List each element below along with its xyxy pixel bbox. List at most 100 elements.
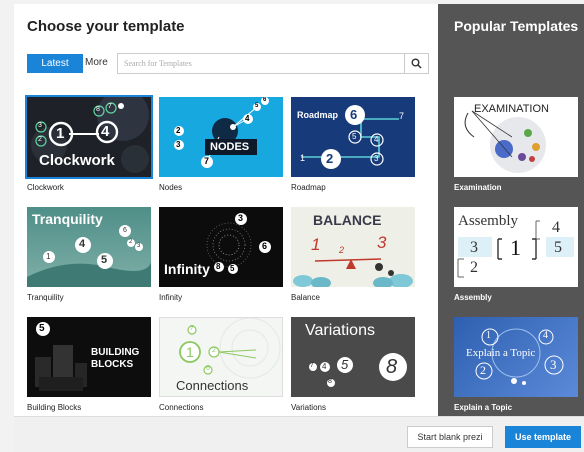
template-card-tranquility[interactable]: Tranquility 4 5 1 6 2 3 Tranquility [27, 207, 151, 302]
tab-more[interactable]: More [79, 55, 114, 70]
template-thumbnail: Roadmap 6 7 5 4 1 2 3 [291, 97, 415, 177]
template-label: Balance [291, 293, 320, 302]
template-label: Nodes [159, 183, 183, 192]
thumb-number: 4 [543, 330, 548, 341]
thumb-number: 2 [480, 363, 486, 377]
template-card-balance[interactable]: BALANCE 1 2 3 Balance [291, 207, 415, 302]
template-thumbnail: 1 4 2 3 Explain a Topic [454, 317, 578, 397]
template-card-roadmap[interactable]: Roadmap 6 7 5 4 1 2 3 Roadmap [291, 97, 415, 192]
thumb-title: Infinity [164, 261, 210, 277]
thumb-number: 7 [204, 156, 210, 166]
thumb-number: 7 [310, 362, 314, 369]
template-label: Assembly [454, 293, 492, 302]
template-card-clockwork[interactable]: 1 4 2 3 8 7 Clockwork Clockwork [25, 95, 153, 192]
template-thumbnail: Variations 7 4 5 8 8 [291, 317, 415, 397]
template-panel: Choose your template Latest More Search … [14, 4, 438, 416]
thumb-number: 8 [386, 356, 398, 378]
thumb-title: Explain a Topic [466, 347, 536, 359]
thumb-title: Connections [176, 378, 249, 393]
thumb-number: 3 [176, 140, 181, 149]
thumb-title: Assembly [458, 213, 518, 229]
thumb-number: 5 [554, 239, 562, 256]
template-label: Clockwork [27, 183, 64, 192]
template-card-connections[interactable]: 7 1 2 6 Connections Connections [159, 317, 283, 412]
thumb-title: BUILDING BLOCKS [91, 347, 140, 370]
thumb-number: 2 [326, 151, 334, 166]
template-label: Roadmap [291, 183, 326, 192]
thumb-title: Clockwork [39, 152, 115, 169]
popular-title: Popular Templates [454, 18, 579, 34]
page-title: Choose your template [27, 18, 185, 35]
template-thumbnail: Tranquility 4 5 1 6 2 3 [27, 207, 151, 287]
template-card-infinity[interactable]: 3 8 6 5 Infinity Infinity [159, 207, 283, 302]
thumb-number: 3 [470, 239, 478, 256]
thumb-number: 1 [300, 153, 306, 163]
template-label: Infinity [159, 293, 183, 302]
thumb-number: 4 [552, 219, 560, 236]
template-label: Building Blocks [27, 403, 82, 412]
template-thumbnail: BALANCE 1 2 3 [291, 207, 415, 287]
popular-card-examination[interactable]: EXAMINATION Examination [454, 97, 578, 192]
thumb-number: 7 [399, 111, 405, 121]
thumb-number: 8 [328, 378, 332, 385]
footer-bar: Start blank prezi Use template [14, 416, 584, 452]
popular-card-explain-a-topic[interactable]: 1 4 2 3 Explain a Topic Explain a Topic [454, 317, 578, 412]
thumb-title: EXAMINATION [474, 103, 549, 115]
thumb-number: 1 [510, 235, 521, 260]
thumb-number: 4 [374, 135, 379, 144]
template-card-variations[interactable]: Variations 7 4 5 8 8 Variations [291, 317, 415, 412]
thumb-number: 5 [230, 264, 235, 273]
search-input[interactable] [117, 53, 405, 74]
search-icon [411, 58, 422, 69]
thumb-title: Tranquility [32, 211, 103, 227]
popular-templates-panel: Popular Templates EXAMINATION Examinatio… [438, 4, 584, 416]
thumb-number: 3 [238, 213, 244, 223]
start-blank-button[interactable]: Start blank prezi [407, 426, 493, 448]
thumb-number: 5 [39, 323, 45, 334]
thumb-number: 6 [262, 241, 268, 251]
thumb-number: 1 [186, 344, 194, 360]
thumb-number: 1 [46, 252, 51, 261]
thumb-number: 4 [245, 114, 250, 123]
thumb-number: 6 [350, 107, 358, 122]
thumb-number: 2 [339, 245, 345, 255]
thumb-number: 2 [38, 136, 42, 143]
template-card-nodes[interactable]: 2 3 4 5 6 7 NODES Nodes [159, 97, 283, 192]
template-label: Variations [291, 403, 326, 412]
template-thumbnail: 1 4 2 3 8 7 Clockwork [25, 95, 153, 179]
thumb-number: 7 [108, 103, 112, 110]
template-label: Connections [159, 403, 204, 412]
thumb-title: NODES [210, 141, 250, 153]
thumb-number: 1 [486, 330, 491, 341]
template-card-building-blocks[interactable]: 5 BUILDING BLOCKS Building Blocks [27, 317, 151, 412]
thumb-number: 1 [56, 125, 65, 142]
thumb-number: 7 [190, 325, 194, 332]
thumb-number: 8 [216, 262, 221, 271]
thumb-title: Variations [305, 322, 375, 339]
template-label: Examination [454, 183, 502, 192]
use-template-button[interactable]: Use template [505, 426, 581, 448]
template-thumbnail: 3 8 6 5 Infinity [159, 207, 283, 287]
template-thumbnail: EXAMINATION [454, 97, 578, 177]
thumb-number: 3 [38, 122, 42, 129]
template-label: Explain a Topic [454, 403, 513, 412]
template-thumbnail: 2 3 4 5 6 7 NODES [159, 97, 283, 177]
thumb-number: 4 [101, 123, 110, 140]
thumb-number: 6 [206, 365, 210, 372]
tab-latest[interactable]: Latest [27, 54, 83, 73]
popular-card-assembly[interactable]: Assembly 4 3 1 5 2 Assembly [454, 207, 578, 302]
thumb-number: 3 [374, 154, 379, 163]
thumb-number: 2 [470, 259, 478, 276]
thumb-number: 3 [137, 243, 141, 249]
thumb-number: 5 [255, 103, 259, 109]
thumb-number: 4 [322, 362, 327, 371]
thumb-number: 3 [377, 233, 387, 252]
thumb-number: 4 [79, 238, 86, 250]
template-thumbnail: 5 BUILDING BLOCKS [27, 317, 151, 397]
thumb-number: 6 [123, 227, 127, 234]
search-button[interactable] [404, 53, 429, 74]
template-chooser: Choose your template Latest More Search … [0, 0, 584, 452]
thumb-number: 1 [311, 235, 321, 254]
thumb-number: 8 [96, 106, 100, 113]
thumb-number: 2 [212, 347, 216, 354]
